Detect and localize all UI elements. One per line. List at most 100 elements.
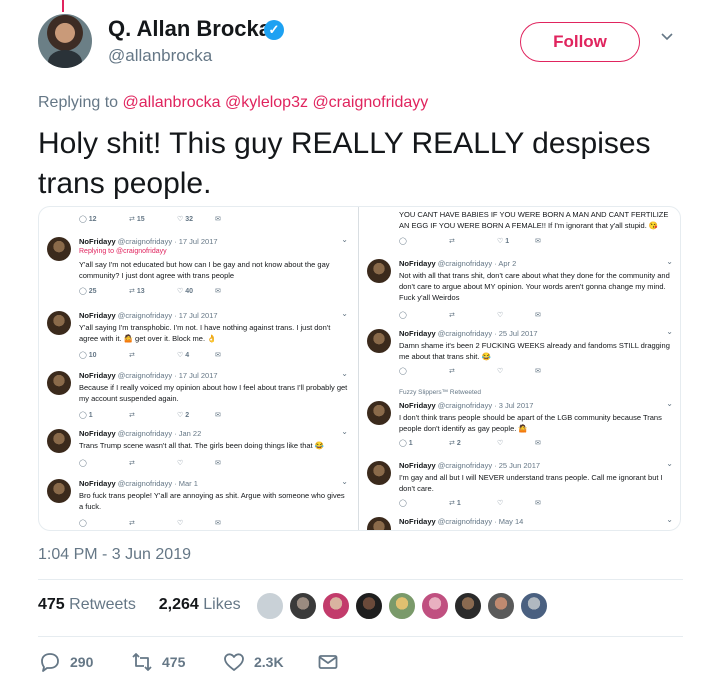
mini-name: NoFridayy (79, 479, 116, 488)
mini-count: 13 (136, 288, 145, 295)
liker-avatar[interactable] (322, 592, 350, 620)
mini-text: Trans Trump scene wasn't all that. The g… (79, 441, 325, 450)
reply-count: 290 (70, 654, 94, 670)
mini-tweet: NoFridayy @craignofridayy · 17 Jul 2017 … (47, 369, 352, 421)
mini-avatar (367, 517, 391, 530)
retweets-label[interactable]: Retweets (69, 596, 136, 613)
liker-avatar[interactable] (421, 592, 449, 620)
attached-screenshot-image[interactable]: ◯ 12 ⇄ 15 ♡ 32 ✉ NoFridayy @craignofrida… (38, 206, 681, 531)
chevron-down-icon[interactable] (660, 30, 674, 44)
heart-icon (224, 653, 244, 671)
mini-tweet-header: NoFridayy @craignofridayy · 17 Jul 2017 (79, 311, 218, 320)
mini-chevron-icon: ⌄ (341, 309, 348, 318)
mini-count: 32 (185, 216, 194, 223)
mini-count: 40 (185, 288, 194, 295)
retweet-icon (132, 653, 152, 671)
mini-avatar (47, 429, 71, 453)
direct-message-button[interactable] (316, 650, 340, 674)
mini-action-row: ◯ 1 ⇄ ♡ 2 ✉ (79, 412, 221, 419)
mini-text: Y'all say I'm not educated but how can I… (79, 260, 330, 280)
mini-count: 25 (88, 288, 97, 295)
reply-button[interactable]: 290 (38, 650, 108, 674)
verified-badge-icon: ✓ (264, 20, 284, 40)
mini-tweet-header: NoFridayy @craignofridayy · 25 Jun 2017 (399, 461, 540, 470)
mini-tweet: NoFridayy @craignofridayy · 25 Jun 2017 … (367, 459, 677, 507)
mini-name: NoFridayy (399, 329, 436, 338)
mini-action-row: ◯ 1 ⇄ 2 ♡ ✉ (399, 440, 541, 447)
tweet-timestamp[interactable]: 1:04 PM - 3 Jun 2019 (38, 546, 191, 564)
mini-avatar (47, 479, 71, 503)
envelope-icon (318, 655, 338, 669)
mini-action-row: ◯ ⇄ ♡ ✉ (79, 520, 221, 527)
screenshot-left-column: ◯ 12 ⇄ 15 ♡ 32 ✉ NoFridayy @craignofrida… (39, 207, 357, 530)
mini-count: 1 (456, 500, 461, 507)
reply-icon (41, 653, 59, 672)
mini-tweet: NoFridayy @craignofridayy · Jan 22 ⌄ Tra… (47, 427, 352, 469)
mini-tweet-header: NoFridayy @craignofridayy · Mar 1 (79, 479, 198, 488)
mini-meta: @craignofridayy · May 14 (437, 517, 524, 526)
mini-tweet-header: NoFridayy @craignofridayy · 25 Jul 2017 (399, 329, 538, 338)
mini-chevron-icon: ⌄ (666, 459, 673, 468)
mini-avatar (367, 461, 391, 485)
mini-action-row: ◯ 12 ⇄ 15 ♡ 32 ✉ (79, 216, 221, 223)
mini-chevron-icon: ⌄ (341, 369, 348, 378)
liker-avatar[interactable] (487, 592, 515, 620)
mini-meta: @craignofridayy · 17 Jul 2017 (117, 311, 218, 320)
mini-tweet-header: NoFridayy @craignofridayy · Jan 22 (79, 429, 201, 438)
mini-text: Y'all saying I'm transphobic. I'm not. I… (79, 323, 331, 343)
mini-action-row: ◯ ⇄ ♡ ✉ (399, 368, 541, 375)
mini-tweet-header: NoFridayy @craignofridayy · May 14 (399, 517, 523, 526)
likes-count[interactable]: 2,264 (159, 596, 199, 613)
mini-text: I don't think trans people should be apa… (399, 413, 662, 433)
mini-count: 1 (88, 412, 93, 419)
mini-chevron-icon: ⌄ (666, 399, 673, 408)
mini-tweet-header: NoFridayy @craignofridayy · 17 Jul 2017 (79, 237, 218, 246)
mini-count: 15 (136, 216, 145, 223)
mini-tweet-header: NoFridayy @craignofridayy · Apr 2 (399, 259, 516, 268)
mini-meta: @craignofridayy · Mar 1 (117, 479, 198, 488)
mini-action-row: ◯ 10 ⇄ ♡ 4 ✉ (79, 352, 221, 359)
mini-name: NoFridayy (399, 461, 436, 470)
retweet-button[interactable]: 475 (130, 650, 210, 674)
mention-link[interactable]: @allanbrocka (123, 94, 221, 111)
mini-tweet-header: NoFridayy @craignofridayy · 17 Jul 2017 (79, 371, 218, 380)
mini-meta: @craignofridayy · 25 Jun 2017 (437, 461, 541, 470)
likes-label[interactable]: Likes (203, 596, 240, 613)
liker-avatar[interactable] (454, 592, 482, 620)
mini-count: 12 (88, 216, 97, 223)
mini-count: 1 (408, 440, 413, 447)
mention-link[interactable]: @craignofridayy (312, 94, 428, 111)
follow-button[interactable]: Follow (520, 22, 640, 62)
mini-meta: @craignofridayy · 3 Jul 2017 (437, 401, 534, 410)
mini-meta: @craignofridayy · 17 Jul 2017 (117, 371, 218, 380)
mini-chevron-icon: ⌄ (341, 427, 348, 436)
mini-chevron-icon: ⌄ (666, 515, 673, 524)
like-count: 2.3K (254, 654, 284, 670)
mini-count: 4 (185, 352, 190, 359)
liker-avatar[interactable] (256, 592, 284, 620)
retweets-count[interactable]: 475 (38, 596, 65, 613)
liker-avatar[interactable] (289, 592, 317, 620)
mini-meta: @craignofridayy · Apr 2 (437, 259, 517, 268)
mini-text: Not with all that trans shit, don't care… (399, 271, 670, 302)
retweet-count: 475 (162, 654, 186, 670)
author-handle[interactable]: @allanbrocka (108, 46, 212, 66)
liker-avatar[interactable] (355, 592, 383, 620)
mini-name: NoFridayy (79, 429, 116, 438)
mini-count: 2 (185, 412, 190, 419)
mini-text: Damn shame it's been 2 FUCKING WEEKS alr… (399, 341, 670, 361)
mention-link[interactable]: @kylelop3z (225, 94, 308, 111)
mini-avatar (367, 329, 391, 353)
author-name[interactable]: Q. Allan Brocka (108, 16, 271, 42)
mini-name: NoFridayy (399, 259, 436, 268)
liker-avatar[interactable] (520, 592, 548, 620)
mini-tweet: NoFridayy @craignofridayy · May 14 ⌄ (367, 515, 677, 530)
mini-action-row: ◯ ⇄ ♡ ✉ (399, 312, 541, 319)
divider (38, 636, 683, 637)
like-button[interactable]: 2.3K (222, 650, 302, 674)
mini-name: NoFridayy (399, 517, 436, 526)
liker-avatar[interactable] (388, 592, 416, 620)
author-avatar[interactable] (38, 14, 92, 68)
divider (38, 579, 683, 580)
tweet-stats: 475 Retweets 2,264 Likes (38, 596, 241, 614)
